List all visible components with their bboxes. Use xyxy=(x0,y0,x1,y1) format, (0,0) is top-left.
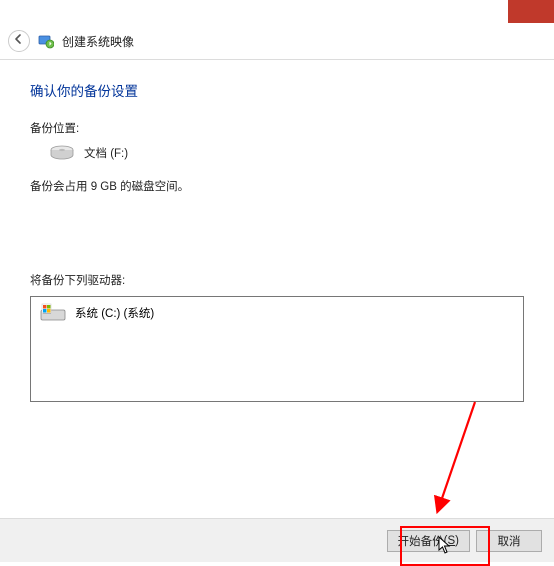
drive-list: 系统 (C:) (系统) xyxy=(30,296,524,402)
footer: 开始备份(S) 取消 xyxy=(0,518,554,562)
backup-location-label: 备份位置: xyxy=(30,120,524,136)
backup-location-row: 文档 (F:) xyxy=(30,144,524,162)
backup-size-text: 备份会占用 9 GB 的磁盘空间。 xyxy=(30,178,524,194)
cancel-button[interactable]: 取消 xyxy=(476,530,542,552)
drive-label: 系统 (C:) (系统) xyxy=(75,305,154,321)
backup-location-value: 文档 (F:) xyxy=(84,145,128,161)
drives-label: 将备份下列驱动器: xyxy=(30,272,524,288)
content-area: 确认你的备份设置 备份位置: 文档 (F:) 备份会占用 9 GB 的磁盘空间。… xyxy=(0,60,554,402)
close-button[interactable] xyxy=(508,0,554,23)
hard-drive-icon xyxy=(50,144,74,162)
start-backup-button[interactable]: 开始备份(S) xyxy=(387,530,470,552)
drive-row: 系统 (C:) (系统) xyxy=(39,303,515,323)
window-title: 创建系统映像 xyxy=(62,33,134,50)
header: 创建系统映像 xyxy=(0,23,554,60)
titlebar xyxy=(0,0,554,23)
system-image-icon xyxy=(38,33,54,49)
start-backup-accelerator: S xyxy=(447,535,455,547)
page-heading: 确认你的备份设置 xyxy=(30,80,524,100)
annotation-arrow xyxy=(420,398,480,524)
cancel-label: 取消 xyxy=(498,533,521,549)
system-drive-icon xyxy=(39,303,67,323)
start-backup-label: 开始备份 xyxy=(398,533,444,549)
arrow-left-icon xyxy=(13,32,25,50)
back-button[interactable] xyxy=(8,30,30,52)
